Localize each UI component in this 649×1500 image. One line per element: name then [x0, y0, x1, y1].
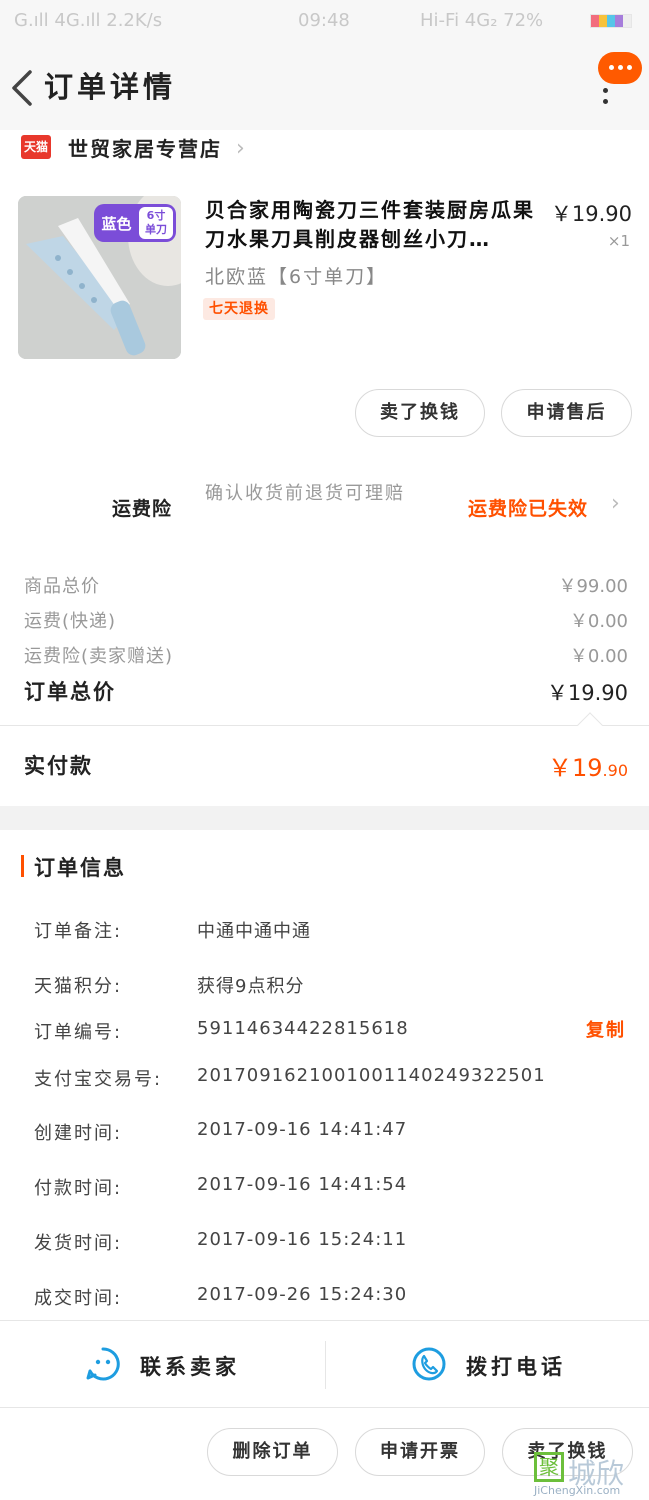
watermark-url: JiChengXin.com [534, 1484, 621, 1497]
product-image[interactable]: 蓝色 6寸 单刀 [18, 196, 181, 359]
amount-paid-label: 实付款 [24, 754, 93, 778]
site-watermark: 聚 城欣 JiChengXin.com [534, 1452, 646, 1498]
section-accent-bar [21, 855, 24, 877]
order-total-value: ￥19.90 [546, 681, 628, 705]
freight-insurance-desc: 确认收货前退货可理赔 [205, 483, 405, 504]
order-total-label: 订单总价 [24, 680, 116, 704]
chevron-right-icon: › [236, 136, 245, 161]
tmall-points-value: 获得9点积分 [197, 976, 305, 997]
shipping-label: 运费(快递) [24, 611, 117, 632]
chevron-right-icon[interactable]: › [611, 491, 620, 516]
system-indicators: Hi-Fi 4G₂ 72% [420, 10, 544, 31]
contact-seller-label: 联系卖家 [140, 1355, 240, 1379]
contact-bar: 联系卖家 拨打电话 [0, 1320, 649, 1408]
paid-time-label: 付款时间: [34, 1178, 123, 1199]
contact-seller-button[interactable]: 联系卖家 [0, 1321, 325, 1409]
insurance-fee-label: 运费险(卖家赠送) [24, 646, 174, 667]
request-invoice-button[interactable]: 申请开票 [355, 1428, 485, 1476]
product-sku: 北欧蓝【6寸单刀】 [205, 266, 388, 288]
freight-insurance-label: 运费险 [112, 498, 173, 520]
insurance-fee-value: ￥0.00 [569, 646, 628, 667]
delete-order-button[interactable]: 删除订单 [207, 1428, 338, 1476]
created-time-value: 2017-09-16 14:41:47 [197, 1119, 408, 1140]
shipping-value: ￥0.00 [569, 611, 628, 632]
created-time-label: 创建时间: [34, 1123, 123, 1144]
seven-day-return-badge: 七天退换 [203, 298, 275, 320]
alipay-trade-no-label: 支付宝交易号: [34, 1069, 163, 1090]
product-price: ￥19.90 [550, 202, 632, 226]
call-phone-label: 拨打电话 [466, 1355, 566, 1379]
alipay-trade-no-value: 2017091621001001140249322501 [197, 1065, 546, 1086]
more-button[interactable] [592, 52, 644, 108]
sell-for-cash-button[interactable]: 卖了换钱 [355, 389, 485, 437]
paid-currency: ￥ [548, 754, 572, 782]
shipped-time-value: 2017-09-16 15:24:11 [197, 1229, 408, 1250]
section-separator [0, 806, 649, 830]
spec-tag: 蓝色 6寸 单刀 [94, 204, 176, 242]
status-bar: G.ıll 4G.ıll 2.2K/s 09:48 Hi-Fi 4G₂ 72% [0, 0, 649, 44]
divider-notch [577, 712, 603, 738]
chevron-left-icon[interactable] [10, 68, 34, 108]
freight-insurance-status[interactable]: 运费险已失效 [468, 494, 588, 521]
tmall-points-label: 天猫积分: [34, 976, 123, 997]
shipped-time-label: 发货时间: [34, 1233, 123, 1254]
paid-integer: 19 [572, 754, 603, 782]
store-name: 世贸家居专营店 [68, 137, 222, 161]
spec-tag-color: 蓝色 [101, 214, 132, 233]
watermark-logo: 聚 [534, 1452, 564, 1482]
order-info-title: 订单信息 [34, 856, 126, 880]
nav-header: 订单详情 [0, 44, 649, 130]
message-bubble-icon [598, 52, 642, 84]
paid-time-value: 2017-09-16 14:41:54 [197, 1174, 408, 1195]
product-quantity: ×1 [607, 232, 630, 250]
signal-indicators: G.ıll 4G.ıll 2.2K/s [14, 10, 163, 31]
call-phone-button[interactable]: 拨打电话 [326, 1321, 649, 1409]
more-vertical-icon [603, 88, 609, 112]
paid-decimal: .90 [602, 761, 628, 780]
tmall-logo: 天猫 [21, 135, 51, 159]
phone-icon [412, 1347, 446, 1381]
spec-tag-size: 6寸 单刀 [139, 207, 173, 239]
subtotal-value: ￥99.00 [558, 576, 628, 597]
copy-order-number-button[interactable]: 复制 [586, 1016, 626, 1042]
order-note-value: 中通中通中通 [197, 921, 311, 942]
clock: 09:48 [298, 10, 350, 31]
subtotal-label: 商品总价 [24, 576, 100, 597]
chat-face-icon [86, 1347, 120, 1381]
completed-time-label: 成交时间: [34, 1288, 123, 1309]
amount-paid-value: ￥19.90 [548, 748, 628, 783]
product-title[interactable]: 贝合家用陶瓷刀三件套装厨房瓜果刀水果刀具削皮器刨丝小刀… [205, 196, 541, 254]
divider [0, 725, 649, 726]
store-row[interactable]: 天猫 世贸家居专营店 › [0, 130, 649, 180]
order-number-value: 59114634422815618 [197, 1018, 409, 1039]
after-sale-button[interactable]: 申请售后 [501, 389, 632, 437]
order-note-label: 订单备注: [34, 921, 123, 942]
order-number-label: 订单编号: [34, 1022, 123, 1043]
page-title: 订单详情 [44, 70, 177, 104]
battery-icon [590, 14, 632, 28]
completed-time-value: 2017-09-26 15:24:30 [197, 1284, 408, 1305]
